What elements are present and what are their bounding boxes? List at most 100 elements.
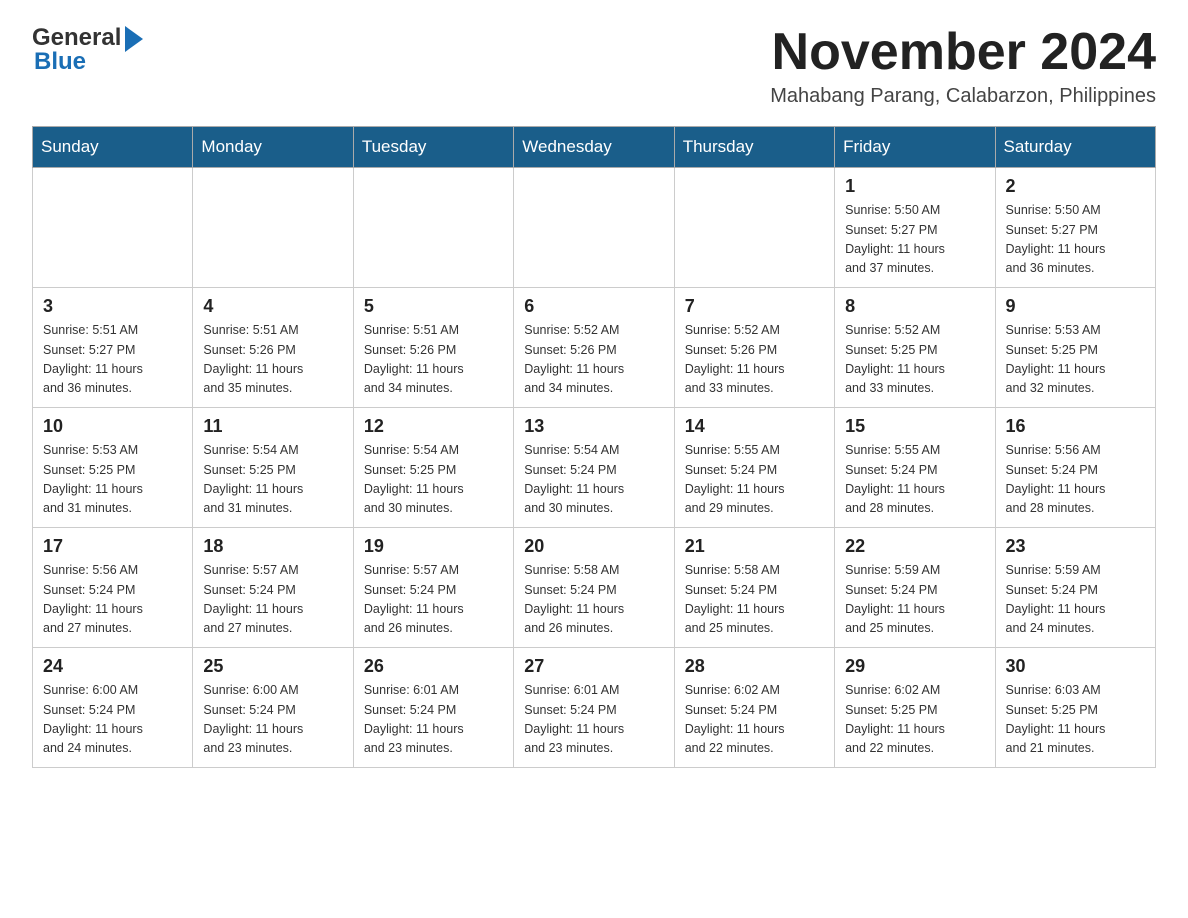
day-number: 15 — [845, 416, 984, 437]
day-cell-3-3: 12 Sunrise: 5:54 AMSunset: 5:25 PMDayligh… — [353, 408, 513, 528]
day-cell-2-5: 7 Sunrise: 5:52 AMSunset: 5:26 PMDaylight… — [674, 288, 834, 408]
logo: General Blue — [32, 24, 143, 76]
day-info: Sunrise: 6:02 AMSunset: 5:25 PMDaylight:… — [845, 681, 984, 759]
day-number: 9 — [1006, 296, 1145, 317]
col-saturday: Saturday — [995, 127, 1155, 168]
day-info: Sunrise: 5:54 AMSunset: 5:24 PMDaylight:… — [524, 441, 663, 519]
day-info: Sunrise: 5:57 AMSunset: 5:24 PMDaylight:… — [364, 561, 503, 639]
day-cell-4-7: 23 Sunrise: 5:59 AMSunset: 5:24 PMDayligh… — [995, 528, 1155, 648]
day-cell-2-3: 5 Sunrise: 5:51 AMSunset: 5:26 PMDaylight… — [353, 288, 513, 408]
day-info: Sunrise: 5:53 AMSunset: 5:25 PMDaylight:… — [1006, 321, 1145, 399]
day-cell-3-6: 15Sunrise: 5:55 AMSunset: 5:24 PMDayligh… — [835, 408, 995, 528]
day-number: 29 — [845, 656, 984, 677]
day-number: 25 — [203, 656, 342, 677]
day-cell-5-7: 30 Sunrise: 6:03 AMSunset: 5:25 PMDayligh… — [995, 648, 1155, 768]
day-info: Sunrise: 5:50 AMSunset: 5:27 PMDaylight:… — [845, 201, 984, 279]
day-cell-1-2 — [193, 168, 353, 288]
day-info: Sunrise: 5:50 AMSunset: 5:27 PMDaylight:… — [1006, 201, 1145, 279]
day-number: 21 — [685, 536, 824, 557]
day-number: 12 — [364, 416, 503, 437]
day-info: Sunrise: 5:51 AMSunset: 5:26 PMDaylight:… — [203, 321, 342, 399]
week-row-2: 3 Sunrise: 5:51 AMSunset: 5:27 PMDaylight… — [33, 288, 1156, 408]
day-number: 23 — [1006, 536, 1145, 557]
day-info: Sunrise: 5:59 AMSunset: 5:24 PMDaylight:… — [1006, 561, 1145, 639]
day-cell-3-5: 14Sunrise: 5:55 AMSunset: 5:24 PMDayligh… — [674, 408, 834, 528]
day-cell-3-7: 16 Sunrise: 5:56 AMSunset: 5:24 PMDayligh… — [995, 408, 1155, 528]
day-cell-4-3: 19 Sunrise: 5:57 AMSunset: 5:24 PMDayligh… — [353, 528, 513, 648]
day-cell-4-2: 18 Sunrise: 5:57 AMSunset: 5:24 PMDayligh… — [193, 528, 353, 648]
day-number: 27 — [524, 656, 663, 677]
day-info: Sunrise: 6:01 AMSunset: 5:24 PMDaylight:… — [524, 681, 663, 759]
day-cell-3-4: 13 Sunrise: 5:54 AMSunset: 5:24 PMDayligh… — [514, 408, 674, 528]
day-info: Sunrise: 5:51 AMSunset: 5:27 PMDaylight:… — [43, 321, 182, 399]
day-info: Sunrise: 5:51 AMSunset: 5:26 PMDaylight:… — [364, 321, 503, 399]
day-info: Sunrise: 5:58 AMSunset: 5:24 PMDaylight:… — [685, 561, 824, 639]
day-number: 10 — [43, 416, 182, 437]
day-cell-1-5 — [674, 168, 834, 288]
day-cell-5-6: 29 Sunrise: 6:02 AMSunset: 5:25 PMDayligh… — [835, 648, 995, 768]
day-info: Sunrise: 5:52 AMSunset: 5:26 PMDaylight:… — [685, 321, 824, 399]
day-info: Sunrise: 5:56 AMSunset: 5:24 PMDaylight:… — [1006, 441, 1145, 519]
day-number: 16 — [1006, 416, 1145, 437]
col-sunday: Sunday — [33, 127, 193, 168]
day-info: Sunrise: 6:02 AMSunset: 5:24 PMDaylight:… — [685, 681, 824, 759]
day-number: 19 — [364, 536, 503, 557]
day-info: Sunrise: 6:00 AMSunset: 5:24 PMDaylight:… — [203, 681, 342, 759]
day-info: Sunrise: 5:58 AMSunset: 5:24 PMDaylight:… — [524, 561, 663, 639]
day-number: 5 — [364, 296, 503, 317]
day-cell-5-4: 27 Sunrise: 6:01 AMSunset: 5:24 PMDayligh… — [514, 648, 674, 768]
day-info: Sunrise: 5:54 AMSunset: 5:25 PMDaylight:… — [203, 441, 342, 519]
day-cell-2-6: 8Sunrise: 5:52 AMSunset: 5:25 PMDaylight… — [835, 288, 995, 408]
col-thursday: Thursday — [674, 127, 834, 168]
calendar-table: Sunday Monday Tuesday Wednesday Thursday… — [32, 126, 1156, 768]
day-info: Sunrise: 6:01 AMSunset: 5:24 PMDaylight:… — [364, 681, 503, 759]
day-number: 28 — [685, 656, 824, 677]
day-info: Sunrise: 5:54 AMSunset: 5:25 PMDaylight:… — [364, 441, 503, 519]
day-number: 11 — [203, 416, 342, 437]
logo-blue-text: Blue — [34, 48, 86, 76]
day-number: 26 — [364, 656, 503, 677]
day-info: Sunrise: 5:56 AMSunset: 5:24 PMDaylight:… — [43, 561, 182, 639]
day-cell-1-6: 1 Sunrise: 5:50 AMSunset: 5:27 PMDaylight… — [835, 168, 995, 288]
day-cell-4-4: 20 Sunrise: 5:58 AMSunset: 5:24 PMDayligh… — [514, 528, 674, 648]
calendar-header-row: Sunday Monday Tuesday Wednesday Thursday… — [33, 127, 1156, 168]
day-cell-2-4: 6 Sunrise: 5:52 AMSunset: 5:26 PMDaylight… — [514, 288, 674, 408]
page-header: General Blue November 2024 Mahabang Para… — [32, 24, 1156, 108]
day-cell-5-2: 25 Sunrise: 6:00 AMSunset: 5:24 PMDayligh… — [193, 648, 353, 768]
day-cell-2-7: 9 Sunrise: 5:53 AMSunset: 5:25 PMDaylight… — [995, 288, 1155, 408]
day-cell-1-3 — [353, 168, 513, 288]
day-cell-1-4 — [514, 168, 674, 288]
col-friday: Friday — [835, 127, 995, 168]
day-number: 7 — [685, 296, 824, 317]
day-cell-1-1 — [33, 168, 193, 288]
day-cell-3-2: 11 Sunrise: 5:54 AMSunset: 5:25 PMDayligh… — [193, 408, 353, 528]
day-number: 22 — [845, 536, 984, 557]
day-cell-4-1: 17 Sunrise: 5:56 AMSunset: 5:24 PMDayligh… — [33, 528, 193, 648]
day-cell-2-2: 4 Sunrise: 5:51 AMSunset: 5:26 PMDaylight… — [193, 288, 353, 408]
day-number: 14 — [685, 416, 824, 437]
day-number: 4 — [203, 296, 342, 317]
day-cell-5-1: 24Sunrise: 6:00 AMSunset: 5:24 PMDayligh… — [33, 648, 193, 768]
week-row-4: 17 Sunrise: 5:56 AMSunset: 5:24 PMDayligh… — [33, 528, 1156, 648]
day-info: Sunrise: 6:03 AMSunset: 5:25 PMDaylight:… — [1006, 681, 1145, 759]
title-block: November 2024 Mahabang Parang, Calabarzo… — [770, 24, 1156, 108]
day-number: 20 — [524, 536, 663, 557]
day-number: 6 — [524, 296, 663, 317]
location-subtitle: Mahabang Parang, Calabarzon, Philippines — [770, 85, 1156, 108]
day-number: 13 — [524, 416, 663, 437]
day-number: 2 — [1006, 176, 1145, 197]
day-info: Sunrise: 5:57 AMSunset: 5:24 PMDaylight:… — [203, 561, 342, 639]
day-number: 30 — [1006, 656, 1145, 677]
day-number: 1 — [845, 176, 984, 197]
day-number: 3 — [43, 296, 182, 317]
day-cell-2-1: 3 Sunrise: 5:51 AMSunset: 5:27 PMDaylight… — [33, 288, 193, 408]
day-number: 8 — [845, 296, 984, 317]
week-row-5: 24Sunrise: 6:00 AMSunset: 5:24 PMDayligh… — [33, 648, 1156, 768]
day-info: Sunrise: 5:59 AMSunset: 5:24 PMDaylight:… — [845, 561, 984, 639]
week-row-1: 1 Sunrise: 5:50 AMSunset: 5:27 PMDaylight… — [33, 168, 1156, 288]
day-cell-5-3: 26 Sunrise: 6:01 AMSunset: 5:24 PMDayligh… — [353, 648, 513, 768]
col-wednesday: Wednesday — [514, 127, 674, 168]
day-info: Sunrise: 5:52 AMSunset: 5:26 PMDaylight:… — [524, 321, 663, 399]
day-number: 18 — [203, 536, 342, 557]
day-number: 17 — [43, 536, 182, 557]
